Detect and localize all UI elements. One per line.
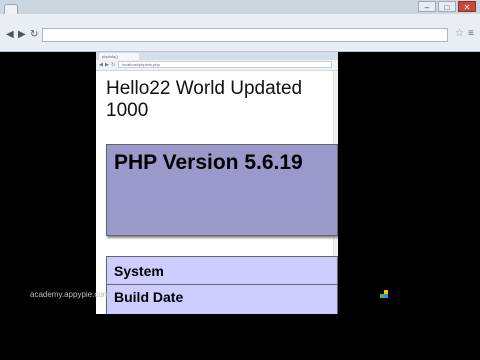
inner-address-bar[interactable]: localhost/phpinfo.php	[118, 61, 332, 68]
inner-reload-icon[interactable]: ↻	[111, 62, 115, 68]
minimize-button[interactable]: –	[418, 1, 436, 12]
php-version-header: PHP Version 5.6.19	[106, 144, 338, 236]
close-button[interactable]: ✕	[458, 1, 476, 12]
outer-address-bar[interactable]	[42, 28, 448, 42]
inner-forward-arrow-icon[interactable]: ▶	[105, 62, 109, 68]
outer-browser-tab[interactable]	[4, 4, 18, 14]
info-row-system: System	[107, 257, 337, 285]
phpinfo-table: System Build Date	[106, 256, 338, 314]
hello-heading: Hello22 World Updated 1000	[106, 78, 303, 121]
watermark-text: academy.appypie.com	[30, 290, 110, 299]
php-version-title: PHP Version 5.6.19	[114, 151, 303, 174]
outer-browser-chrome: – □ ✕ ◀ ▶ ↻ ☆ ≡	[0, 0, 480, 52]
back-arrow-icon[interactable]: ◀	[6, 29, 14, 41]
outer-titlebar	[0, 0, 480, 14]
inner-browser-tab[interactable]: phpinfo()	[99, 53, 139, 60]
corner-logo-icon	[380, 290, 388, 298]
inner-back-arrow-icon[interactable]: ◀	[99, 62, 103, 68]
inner-tab-bar: phpinfo()	[96, 52, 338, 60]
bookmark-star-icon[interactable]: ☆	[455, 28, 464, 39]
maximize-button[interactable]: □	[438, 1, 456, 12]
window-controls: – □ ✕	[418, 1, 476, 12]
info-row-build-date: Build Date	[107, 285, 337, 314]
menu-icon[interactable]: ≡	[468, 28, 474, 39]
forward-arrow-icon[interactable]: ▶	[18, 29, 26, 41]
inner-browser-window: phpinfo() ◀ ▶ ↻ localhost/phpinfo.php He…	[96, 52, 338, 314]
reload-icon[interactable]: ↻	[30, 29, 38, 41]
